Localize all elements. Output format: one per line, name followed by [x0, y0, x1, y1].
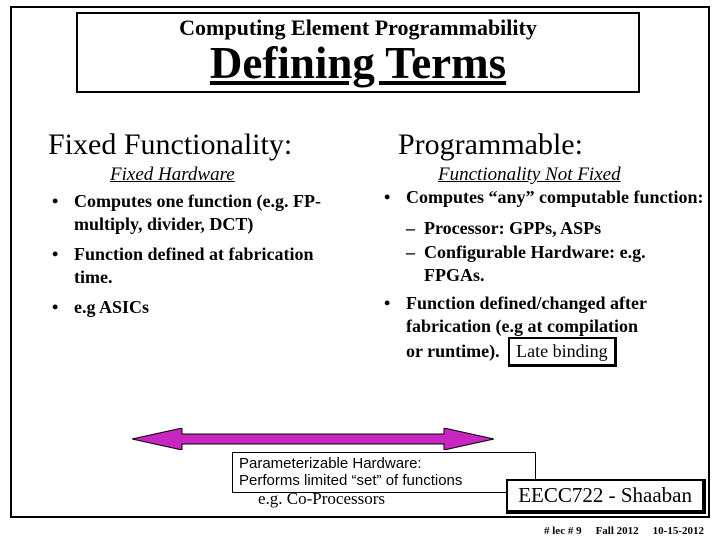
sublist-item: – Configurable Hardware: e.g. FPGAs.	[406, 241, 708, 286]
footer: # lec # 9 Fall 2012 10-15-2012	[544, 525, 704, 537]
list-item-text: Function defined/changed after fabricati…	[406, 293, 647, 336]
list-item: • Function defined at fabrication time.	[52, 243, 352, 288]
list-item-text: Computes “any” computable function:	[406, 186, 704, 209]
footer-date: 10-15-2012	[653, 525, 704, 537]
page-title: Defining Terms	[78, 40, 638, 87]
footer-term: Fall 2012	[596, 525, 639, 537]
late-binding-box: Late binding	[508, 337, 616, 367]
sublist-item-text: Processor: GPPs, ASPs	[424, 217, 601, 240]
param-line2: Performs limited “set” of functions	[239, 472, 529, 489]
list-item: • Computes “any” computable function:	[384, 186, 708, 209]
title-box: Computing Element Programmability Defini…	[76, 12, 640, 93]
right-subheading: Functionality Not Fixed	[438, 164, 621, 186]
left-subheading: Fixed Hardware	[110, 164, 235, 186]
left-list: • Computes one function (e.g. FP-multipl…	[52, 190, 352, 327]
list-item: • e.g ASICs	[52, 296, 352, 319]
course-box: EECC722 - Shaaban	[506, 479, 706, 514]
list-item-text: e.g ASICs	[74, 296, 149, 319]
left-heading: Fixed Functionality:	[48, 130, 292, 160]
param-line1: Parameterizable Hardware:	[239, 455, 529, 472]
list-item: • Computes one function (e.g. FP-multipl…	[52, 190, 352, 235]
list-item: • Function defined/changed after fabrica…	[384, 292, 708, 367]
list-item-text: Function defined at fabrication time.	[74, 243, 352, 288]
list-item-text-tail: or runtime).	[406, 341, 500, 361]
list-item-text: Computes one function (e.g. FP-multiply,…	[74, 190, 352, 235]
parameterizable-box: Parameterizable Hardware: Performs limit…	[232, 452, 536, 493]
double-arrow-icon	[132, 428, 494, 450]
coproc-label: e.g. Co-Processors	[258, 489, 385, 509]
sublist-item-text: Configurable Hardware: e.g. FPGAs.	[424, 241, 708, 286]
footer-lec: # lec # 9	[544, 525, 582, 537]
right-list: • Computes “any” computable function: – …	[384, 186, 708, 375]
pretitle: Computing Element Programmability	[78, 16, 638, 40]
right-heading: Programmable:	[398, 130, 583, 160]
sublist-item: – Processor: GPPs, ASPs	[406, 217, 708, 240]
